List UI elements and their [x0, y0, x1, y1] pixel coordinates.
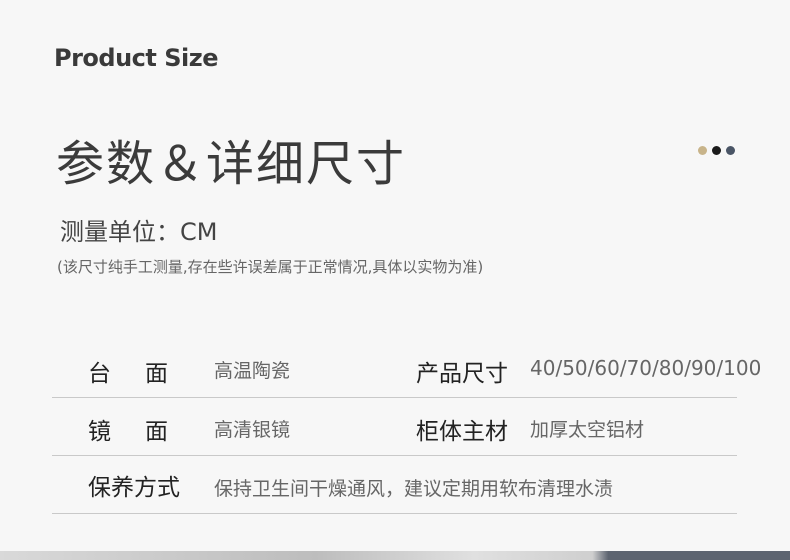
spec-table: 台面 高温陶瓷 产品尺寸 40/50/60/70/80/90/100 镜面 高清… [52, 340, 761, 514]
spec-label-mirror: 镜面 [88, 419, 202, 445]
page-title: 参数＆详细尺寸 [56, 136, 407, 192]
spec-value-cabinet-material: 加厚太空铝材 [530, 419, 645, 441]
spec-value-countertop: 高温陶瓷 [214, 360, 291, 382]
dot-gold [698, 146, 707, 155]
spec-label-maintenance: 保养方式 [88, 475, 180, 501]
section-title-en: Product Size [54, 44, 219, 72]
spec-row: 镜面 高清银镜 柜体主材 加厚太空铝材 [52, 398, 737, 456]
decorative-dots [698, 146, 735, 155]
spec-label-countertop: 台面 [88, 361, 202, 387]
measurement-unit: 测量单位：CM [60, 218, 218, 246]
spec-row: 保养方式 保持卫生间干燥通风，建议定期用软布清理水渍 [52, 456, 737, 514]
dot-black [712, 146, 721, 155]
spec-value-mirror: 高清银镜 [214, 419, 291, 441]
bottom-image-strip [0, 551, 790, 560]
spec-value-product-size: 40/50/60/70/80/90/100 [530, 356, 762, 380]
measurement-note: (该尺寸纯手工测量,存在些许误差属于正常情况,具体以实物为准) [57, 258, 484, 276]
spec-label-cabinet-material: 柜体主材 [416, 419, 508, 445]
spec-label-product-size: 产品尺寸 [416, 361, 508, 387]
spec-row: 台面 高温陶瓷 产品尺寸 40/50/60/70/80/90/100 [52, 340, 761, 398]
dot-slate [726, 146, 735, 155]
spec-value-maintenance: 保持卫生间干燥通风，建议定期用软布清理水渍 [214, 478, 614, 500]
